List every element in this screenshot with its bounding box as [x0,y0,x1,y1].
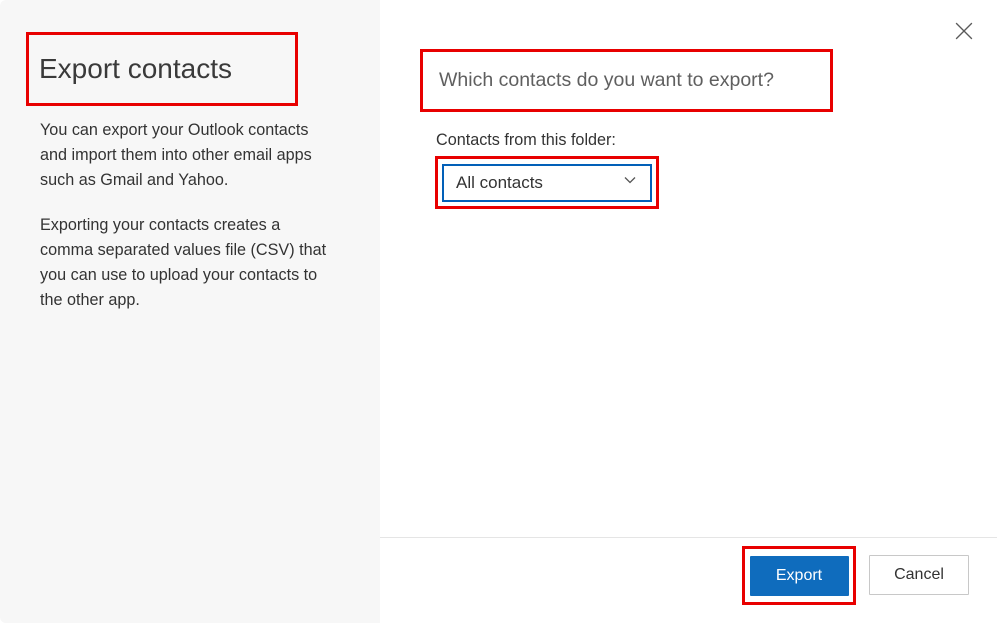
folder-select-value: All contacts [456,173,543,193]
description-paragraph-1: You can export your Outlook contacts and… [40,118,330,193]
main-panel: Which contacts do you want to export? Co… [380,0,997,623]
title-highlight-box: Export contacts [26,32,298,106]
sidebar-panel: Export contacts You can export your Outl… [0,0,380,623]
export-contacts-dialog: Export contacts You can export your Outl… [0,0,997,623]
close-button[interactable] [955,22,975,42]
folder-select[interactable]: All contacts [442,164,652,202]
question-heading: Which contacts do you want to export? [439,69,774,92]
close-icon [955,27,973,44]
cancel-button[interactable]: Cancel [869,555,969,595]
dialog-title: Export contacts [39,53,232,85]
description-paragraph-2: Exporting your contacts creates a comma … [40,213,330,313]
dialog-footer: Export Cancel [380,537,997,623]
chevron-down-icon [622,172,638,193]
folder-field-label: Contacts from this folder: [436,131,616,150]
folder-select-highlight-box: All contacts [435,156,659,209]
export-button-highlight-box: Export [742,546,856,605]
question-highlight-box: Which contacts do you want to export? [420,49,833,112]
export-button[interactable]: Export [750,556,849,596]
